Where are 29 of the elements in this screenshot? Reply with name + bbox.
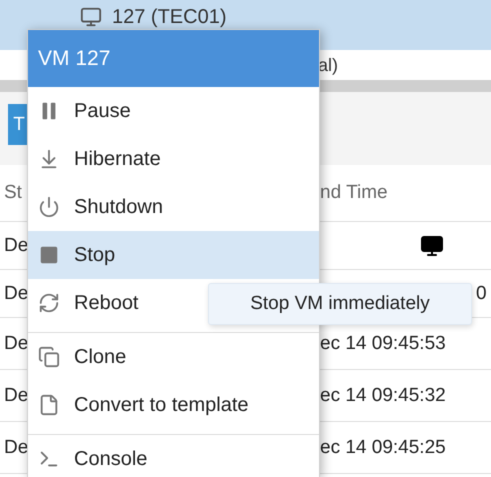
table-cell: De [4,332,28,354]
monitor-icon [80,6,102,28]
file-icon [38,394,60,416]
refresh-icon [38,292,60,314]
menu-item[interactable]: Console [28,434,319,477]
column-header[interactable]: St [4,182,22,204]
subtitle: al) [318,54,338,76]
copy-icon [38,346,60,368]
menu-item[interactable]: Clone [28,332,319,381]
table-cell: De [4,436,28,458]
menu-item[interactable]: Hibernate [28,135,319,183]
menu-title: VM 127 [28,30,319,87]
node-title: 127 (TEC01) [112,6,226,29]
table-cell: De [4,384,28,406]
table-cell: ec 14 09:45:32 [320,384,446,406]
table-cell: 0 [476,282,487,304]
menu-item[interactable]: Pause [28,87,319,135]
power-icon [38,196,60,218]
tooltip: Stop VM immediately [208,283,472,325]
monitor-icon[interactable] [420,234,444,258]
table-cell: De [4,234,28,256]
column-header[interactable]: nd Time [320,182,388,204]
stop-icon [38,244,60,266]
menu-item[interactable]: Shutdown [28,183,319,231]
menu-item[interactable]: Convert to template [28,381,319,429]
menu-item[interactable]: Stop [28,231,319,279]
table-cell: ec 14 09:45:53 [320,332,446,354]
table-cell: ec 14 09:45:25 [320,436,446,458]
table-cell: De [4,282,28,304]
